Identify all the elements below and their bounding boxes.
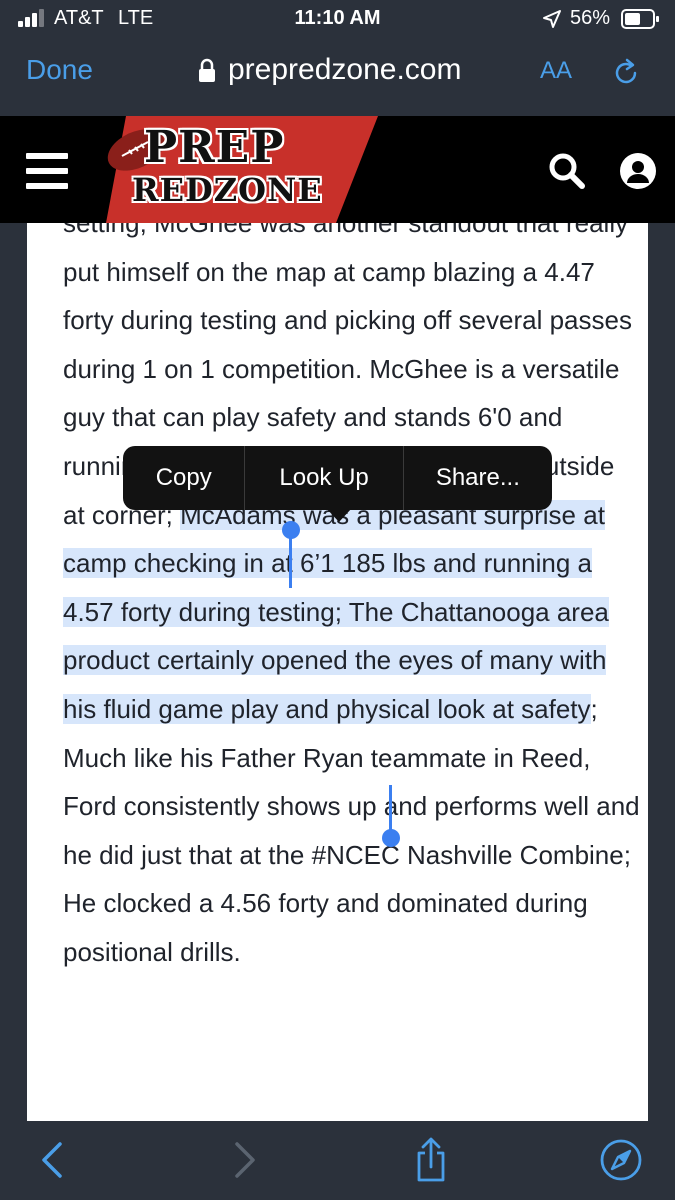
cellular-signal-icon bbox=[18, 9, 50, 27]
browser-toolbar bbox=[0, 1121, 675, 1200]
share-menu-item[interactable]: Share... bbox=[402, 446, 552, 510]
prep-redzone-logo[interactable]: PREP REDZONE bbox=[96, 116, 386, 223]
back-icon bbox=[42, 1142, 62, 1178]
copy-menu-item[interactable]: Copy bbox=[123, 446, 244, 510]
logo-text-prep: PREP bbox=[144, 122, 285, 173]
network-type-label: LTE bbox=[118, 7, 154, 29]
site-header: PREP REDZONE bbox=[0, 116, 675, 223]
battery-percent: 56% bbox=[570, 7, 611, 29]
text-selection-menu: Copy Look Up Share... bbox=[123, 446, 552, 510]
selection-end-handle[interactable] bbox=[389, 785, 392, 833]
text-size-button[interactable]: AA bbox=[540, 57, 572, 85]
forward-button[interactable] bbox=[221, 1137, 267, 1183]
forward-icon bbox=[235, 1142, 255, 1178]
user-account-icon[interactable] bbox=[619, 152, 657, 190]
open-in-browser-button[interactable] bbox=[598, 1137, 644, 1183]
location-arrow-icon bbox=[543, 10, 561, 28]
selection-start-grabber[interactable] bbox=[282, 521, 300, 539]
search-icon[interactable] bbox=[548, 152, 586, 190]
share-icon bbox=[417, 1137, 445, 1182]
article-body[interactable]: setting; McGhee was another standout tha… bbox=[63, 223, 643, 977]
done-button[interactable]: Done bbox=[26, 54, 93, 86]
logo-text-redzone: REDZONE bbox=[132, 171, 323, 209]
battery-icon bbox=[621, 9, 659, 29]
article-content: setting; McGhee was another standout tha… bbox=[27, 223, 648, 1121]
lock-icon bbox=[199, 58, 215, 82]
hamburger-menu-icon[interactable] bbox=[26, 153, 68, 189]
browser-url-bar: Done prepredzone.com AA bbox=[0, 40, 675, 116]
address-domain[interactable]: prepredzone.com bbox=[228, 53, 461, 87]
article-text-after: ; Much like his Father Ryan teammate in … bbox=[63, 693, 640, 967]
back-button[interactable] bbox=[30, 1137, 76, 1183]
status-bar: AT&T LTE 11:10 AM 56% bbox=[0, 0, 675, 40]
reload-icon[interactable] bbox=[609, 56, 643, 90]
selection-end-grabber[interactable] bbox=[382, 829, 400, 847]
menu-pointer-arrow bbox=[326, 508, 352, 522]
compass-icon bbox=[600, 1139, 642, 1181]
look-up-menu-item[interactable]: Look Up bbox=[244, 446, 402, 510]
carrier-label: AT&T bbox=[54, 7, 104, 29]
share-button[interactable] bbox=[408, 1137, 454, 1183]
selected-text[interactable]: McAdams was a pleasant surprise at camp … bbox=[63, 499, 609, 724]
